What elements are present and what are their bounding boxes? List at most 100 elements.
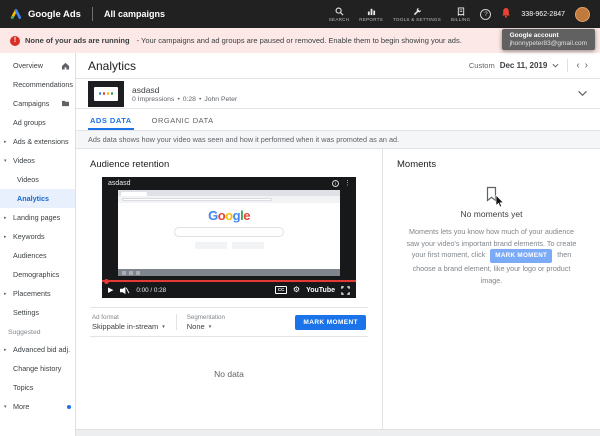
sidebar-item-recommendations[interactable]: Recommendations bbox=[0, 75, 75, 94]
sidebar-label-settings: Settings bbox=[13, 308, 39, 317]
chevron-down-icon: ▾ bbox=[4, 404, 7, 410]
sidebar-label-keywords: Keywords bbox=[13, 232, 45, 241]
tab-ads-data[interactable]: ADS DATA bbox=[88, 116, 134, 130]
expand-video-list-icon[interactable] bbox=[577, 90, 588, 97]
sidebar-item-advanced-bid-adj[interactable]: ▸ Advanced bid adj. bbox=[0, 340, 75, 359]
browser-tab-strip bbox=[118, 190, 340, 196]
sidebar-item-demographics[interactable]: Demographics bbox=[0, 265, 75, 284]
address-pill bbox=[122, 198, 272, 202]
sidebar-item-ad-groups[interactable]: Ad groups bbox=[0, 113, 75, 132]
account-phone: 338-962-2847 bbox=[521, 11, 565, 18]
tools-settings-button[interactable]: TOOLS & SETTINGS bbox=[393, 7, 441, 22]
sidebar-label-placements: Placements bbox=[13, 289, 51, 298]
page-header: Analytics Custom Dec 11, 2019 ‹ › bbox=[76, 53, 600, 79]
sidebar-item-change-history[interactable]: Change history bbox=[0, 359, 75, 378]
no-moments-title: No moments yet bbox=[397, 209, 586, 219]
topbar-actions: SEARCH REPORTS TOOLS & SETTINGS bbox=[329, 5, 590, 23]
previous-period-button[interactable]: ‹ bbox=[576, 61, 579, 71]
topbar-divider bbox=[92, 7, 93, 21]
chevron-down-icon: ▼ bbox=[161, 324, 165, 329]
moments-heading: Moments bbox=[397, 159, 586, 170]
google-button bbox=[195, 242, 227, 249]
wrench-icon bbox=[413, 7, 422, 16]
sidebar-item-topics[interactable]: Topics bbox=[0, 378, 75, 397]
sidebar-label-ad-groups: Ad groups bbox=[13, 118, 46, 127]
video-impressions: 0 Impressions bbox=[132, 96, 174, 103]
info-icon[interactable]: i bbox=[332, 180, 339, 187]
mark-moment-inline-button[interactable]: MARK MOMENT bbox=[490, 249, 552, 263]
billing-button[interactable]: BILLING bbox=[451, 7, 470, 22]
date-mode-label[interactable]: Custom bbox=[469, 61, 495, 70]
chevron-right-icon: ▸ bbox=[4, 347, 7, 353]
home-icon bbox=[61, 62, 70, 70]
chevron-right-icon: ▸ bbox=[4, 215, 7, 221]
video-selector-bar[interactable]: asdasd 0 Impressions • 0:28 • John Peter bbox=[76, 79, 600, 109]
more-options-icon[interactable]: ⋮ bbox=[344, 180, 351, 187]
sidebar-item-keywords[interactable]: ▸ Keywords bbox=[0, 227, 75, 246]
account-avatar[interactable] bbox=[575, 7, 590, 22]
sidebar-label-analytics: Analytics bbox=[17, 194, 49, 203]
search-button[interactable]: SEARCH bbox=[329, 7, 350, 22]
sidebar-item-ads-extensions[interactable]: ▸ Ads & extensions bbox=[0, 132, 75, 151]
captions-icon[interactable]: CC bbox=[275, 286, 287, 294]
google-letter: o bbox=[225, 208, 232, 223]
google-buttons bbox=[118, 242, 340, 249]
sidebar-item-overview[interactable]: Overview bbox=[0, 56, 75, 75]
date-dropdown-icon[interactable] bbox=[552, 63, 559, 68]
segmentation-select[interactable]: None ▼ bbox=[187, 322, 225, 331]
sidebar-section-suggested: Suggested bbox=[0, 324, 75, 340]
segmentation-control: Segmentation None ▼ bbox=[187, 314, 225, 331]
reports-icon bbox=[367, 7, 376, 16]
sidebar-item-videos[interactable]: ▾ Videos bbox=[0, 151, 75, 170]
video-frame: Google bbox=[118, 190, 340, 276]
sidebar-item-videos-sub[interactable]: Videos bbox=[0, 170, 75, 189]
sidebar-item-audiences[interactable]: Audiences bbox=[0, 246, 75, 265]
sidebar-label-demographics: Demographics bbox=[13, 270, 59, 279]
sidebar-item-settings[interactable]: Settings bbox=[0, 303, 75, 322]
ad-format-value: Skippable in-stream bbox=[92, 322, 158, 331]
google-logo: Google bbox=[118, 209, 340, 222]
analytics-content: Audience retention asdasd i ⋮ bbox=[76, 149, 600, 429]
fullscreen-icon[interactable] bbox=[341, 286, 350, 295]
video-thumbnail-page bbox=[94, 87, 118, 101]
audience-retention-panel: Audience retention asdasd i ⋮ bbox=[76, 149, 383, 429]
google-ads-app: Google Ads All campaigns SEARCH REPORTS bbox=[0, 0, 600, 436]
browser-address-bar bbox=[118, 196, 340, 203]
sidebar-item-placements[interactable]: ▸ Placements bbox=[0, 284, 75, 303]
main-content: Analytics Custom Dec 11, 2019 ‹ › bbox=[76, 53, 600, 436]
meta-bullet: • bbox=[199, 96, 201, 103]
date-range-picker: Custom Dec 11, 2019 ‹ › bbox=[469, 59, 588, 72]
sidebar-item-campaigns[interactable]: Campaigns bbox=[0, 94, 75, 113]
youtube-logo[interactable]: YouTube bbox=[306, 287, 335, 294]
sidebar-item-more[interactable]: ▾ More bbox=[0, 397, 75, 416]
sidebar-item-landing-pages[interactable]: ▸ Landing pages bbox=[0, 208, 75, 227]
player-top-actions: i ⋮ bbox=[332, 180, 351, 187]
ad-format-control: Ad format Skippable in-stream ▼ bbox=[92, 314, 166, 331]
volume-muted-icon[interactable] bbox=[119, 286, 130, 295]
date-value[interactable]: Dec 11, 2019 bbox=[500, 61, 548, 70]
player-settings-icon[interactable]: ⚙ bbox=[293, 286, 300, 294]
player-controls: ▶ 0:00 / 0:28 CC ⚙ YouTube bbox=[102, 282, 356, 298]
tab-organic-data[interactable]: ORGANIC DATA bbox=[150, 116, 216, 130]
notifications-button[interactable] bbox=[501, 5, 511, 23]
video-player[interactable]: asdasd i ⋮ Google bbox=[102, 177, 356, 298]
moments-panel: Moments No moments yet Moments lets you … bbox=[383, 149, 600, 429]
next-period-button[interactable]: › bbox=[585, 61, 588, 71]
sidebar-item-analytics[interactable]: Analytics bbox=[0, 189, 75, 208]
topbar: Google Ads All campaigns SEARCH REPORTS bbox=[0, 0, 600, 28]
reports-label: REPORTS bbox=[359, 17, 383, 22]
alert-title: None of your ads are running bbox=[25, 36, 130, 45]
campaign-scope-label[interactable]: All campaigns bbox=[104, 9, 165, 19]
mark-moment-button[interactable]: MARK MOMENT bbox=[295, 315, 366, 330]
taskbar-strip bbox=[118, 269, 340, 276]
sidebar-label-campaigns: Campaigns bbox=[13, 99, 49, 108]
google-ads-logo-icon[interactable] bbox=[10, 8, 22, 20]
ad-format-select[interactable]: Skippable in-stream ▼ bbox=[92, 322, 166, 331]
help-button[interactable]: ? bbox=[480, 9, 491, 20]
sidebar-label-audiences: Audiences bbox=[13, 251, 47, 260]
reports-button[interactable]: REPORTS bbox=[359, 7, 383, 22]
play-icon[interactable]: ▶ bbox=[108, 287, 113, 294]
chevron-right-icon: ▸ bbox=[4, 291, 7, 297]
google-letter: e bbox=[243, 208, 250, 223]
sidebar-label-recommendations: Recommendations bbox=[13, 80, 73, 89]
